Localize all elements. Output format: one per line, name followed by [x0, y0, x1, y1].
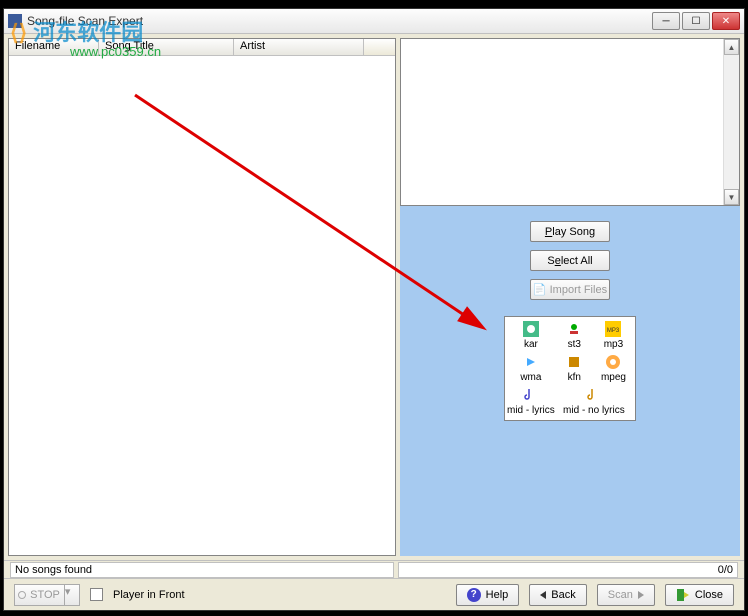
mid-lyrics-icon: [523, 387, 539, 403]
kar-icon: [523, 321, 539, 337]
play-song-button[interactable]: Play Song: [530, 221, 610, 242]
import-icon: 📄: [533, 283, 547, 296]
app-icon: [8, 14, 22, 28]
help-button[interactable]: ? Help: [456, 584, 520, 606]
svg-text:MP3: MP3: [607, 328, 620, 334]
minimize-button[interactable]: ─: [652, 12, 680, 30]
maximize-button[interactable]: ☐: [682, 12, 710, 30]
format-mid-lyrics[interactable]: mid - lyrics: [507, 387, 555, 416]
back-arrow-icon: [540, 591, 546, 599]
table-header: Filename Song Title Artist: [9, 39, 395, 56]
scrollbar[interactable]: ▲ ▼: [723, 39, 739, 205]
song-list-panel[interactable]: Filename Song Title Artist: [8, 38, 396, 556]
mp3-icon: MP3: [605, 321, 621, 337]
stop-dropdown-icon: ▾: [64, 585, 76, 605]
scroll-down-icon[interactable]: ▼: [724, 189, 739, 205]
bottom-toolbar: STOP ▾ Player in Front ? Help Back Scan …: [4, 578, 744, 610]
player-in-front-label: Player in Front: [113, 589, 185, 601]
select-all-button[interactable]: Select All: [530, 250, 610, 271]
app-window: Song-file Scan Expert ─ ☐ ✕ Filename Son…: [3, 8, 745, 611]
close-button[interactable]: Close: [665, 584, 734, 606]
controls-panel: Play Song Select All 📄 Import Files kar: [400, 206, 740, 556]
right-panel: ▲ ▼ Play Song Select All 📄 Import Files: [400, 38, 740, 556]
titlebar: Song-file Scan Expert ─ ☐ ✕: [4, 9, 744, 34]
scan-arrow-icon: [638, 591, 644, 599]
main-area: Filename Song Title Artist ▲ ▼ Play Song: [4, 34, 744, 560]
column-songtitle[interactable]: Song Title: [99, 39, 234, 55]
column-filename[interactable]: Filename: [9, 39, 99, 55]
scan-button: Scan: [597, 584, 655, 606]
help-icon: ?: [467, 588, 481, 602]
status-bar: No songs found 0/0: [4, 560, 744, 578]
formats-grid: kar st3 MP3 mp3 wma: [504, 316, 636, 421]
format-mpeg[interactable]: mpeg: [594, 354, 633, 383]
format-kar[interactable]: kar: [507, 321, 555, 350]
player-in-front-checkbox[interactable]: [90, 588, 103, 601]
preview-box[interactable]: ▲ ▼: [400, 38, 740, 206]
wma-icon: [523, 354, 539, 370]
back-button[interactable]: Back: [529, 584, 586, 606]
mpeg-icon: [605, 354, 621, 370]
import-files-button: 📄 Import Files: [530, 279, 610, 300]
scroll-up-icon[interactable]: ▲: [724, 39, 739, 55]
close-window-button[interactable]: ✕: [712, 12, 740, 30]
format-st3[interactable]: st3: [555, 321, 594, 350]
status-message: No songs found: [10, 562, 394, 578]
window-controls: ─ ☐ ✕: [652, 12, 740, 30]
column-artist[interactable]: Artist: [234, 39, 364, 55]
st3-icon: [566, 321, 582, 337]
stop-button: STOP ▾: [14, 584, 80, 606]
format-mid-nolyrics[interactable]: mid - no lyrics: [555, 387, 633, 416]
exit-icon: [676, 588, 690, 602]
format-wma[interactable]: wma: [507, 354, 555, 383]
kfn-icon: [566, 354, 582, 370]
format-mp3[interactable]: MP3 mp3: [594, 321, 633, 350]
mid-nolyrics-icon: [586, 387, 602, 403]
stop-icon: [18, 591, 26, 599]
window-title: Song-file Scan Expert: [27, 14, 652, 28]
status-counter: 0/0: [398, 562, 738, 578]
format-kfn[interactable]: kfn: [555, 354, 594, 383]
